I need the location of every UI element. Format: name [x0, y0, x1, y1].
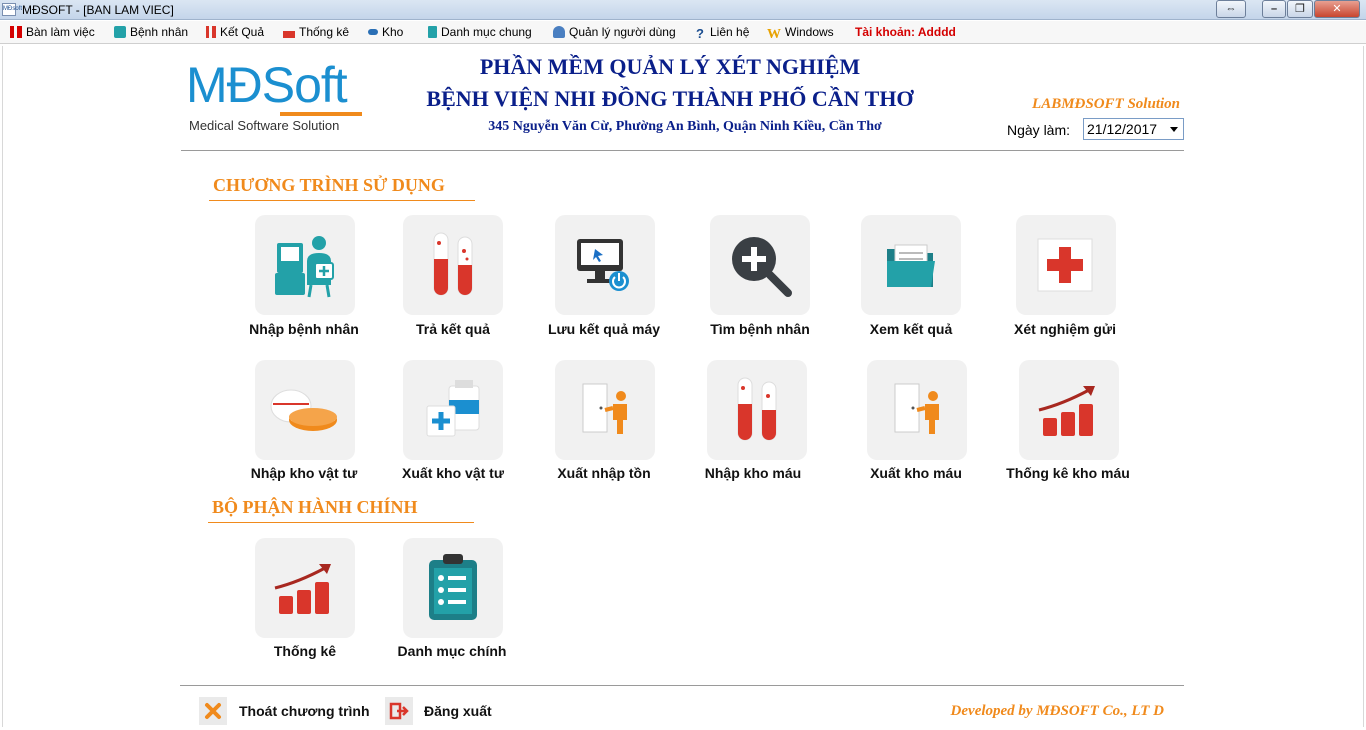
- logo-underline: [280, 112, 362, 116]
- software-title: PHẦN MỀM QUẢN LÝ XÉT NGHIỆM: [479, 54, 861, 79]
- tile-view-results[interactable]: [861, 215, 961, 315]
- minimize-button[interactable]: –: [1262, 0, 1286, 18]
- menu-users[interactable]: Quản lý người dùng: [553, 25, 676, 39]
- solution-label: LABMĐSOFT Solution: [1032, 96, 1180, 112]
- help-icon: ?: [696, 26, 704, 41]
- menu-account[interactable]: Tài khoản: Adddd: [855, 25, 956, 39]
- stats-icon: [283, 26, 295, 38]
- close-button[interactable]: ✕: [1314, 0, 1360, 18]
- tile-label: Lưu kết quả máy: [547, 321, 661, 337]
- close-icon: [205, 703, 221, 719]
- menu-windows[interactable]: W Windows: [767, 25, 834, 42]
- tile-patient-entry[interactable]: [255, 215, 355, 315]
- door-person-icon: [894, 383, 939, 434]
- date-label: Ngày làm:: [1007, 122, 1071, 138]
- tile-return-results[interactable]: [403, 215, 503, 315]
- menu-warehouse[interactable]: Kho: [368, 25, 403, 39]
- tile-label: Xem kết quả: [869, 321, 953, 337]
- clipboard-icon: [429, 554, 477, 620]
- tile-save-machine-results[interactable]: [555, 215, 655, 315]
- tile-label: Nhập kho máu: [704, 465, 802, 481]
- menu-result[interactable]: Kết Quả: [206, 25, 264, 39]
- chevron-down-icon[interactable]: [1170, 127, 1178, 132]
- minimize-icon: –: [1270, 3, 1278, 15]
- logo: MĐSoft Medical Software Solution: [186, 57, 366, 134]
- window-titlebar: MĐsoft MĐSOFT - [BAN LAM VIEC] ⇔ – ❐ ✕: [0, 0, 1366, 20]
- tile-supply-import[interactable]: [255, 360, 355, 460]
- red-cross-icon: [1037, 238, 1093, 292]
- blood-tubes-icon: [737, 377, 777, 441]
- tile-main-catalog[interactable]: [403, 538, 503, 638]
- exit-button[interactable]: [199, 697, 227, 725]
- bar-chart-icon: [274, 564, 331, 614]
- menu-stats[interactable]: Thống kê: [283, 25, 349, 39]
- section-programs-title: CHƯƠNG TRÌNH SỬ DỤNG: [213, 175, 445, 195]
- test-tubes-icon: [433, 232, 473, 296]
- tile-statistics[interactable]: [255, 538, 355, 638]
- window-title: MĐSOFT - [BAN LAM VIEC]: [22, 3, 174, 17]
- menu-contact[interactable]: ? Liên hệ: [696, 25, 749, 40]
- tile-find-patient[interactable]: [710, 215, 810, 315]
- bar-chart-icon: [1038, 386, 1095, 436]
- desk-icon: [10, 26, 22, 38]
- section-admin-underline: [208, 522, 474, 523]
- users-icon: [553, 26, 565, 38]
- swap-icon: ⇔: [1225, 3, 1237, 15]
- tile-inventory[interactable]: [555, 360, 655, 460]
- tile-blood-export[interactable]: [867, 360, 967, 460]
- folder-icon: [887, 244, 935, 287]
- app-icon: MĐsoft: [2, 3, 22, 16]
- developer-credit: Developed by MĐSOFT Co., LT D: [950, 703, 1164, 719]
- main-frame: [2, 46, 1364, 727]
- tile-label: Thống kê kho máu: [1006, 465, 1130, 481]
- work-date-value: 21/12/2017: [1087, 121, 1158, 137]
- logo-subtitle: Medical Software Solution: [189, 118, 340, 133]
- computer-save-icon: [577, 239, 629, 291]
- tile-label: Danh mục chính: [397, 643, 507, 659]
- warehouse-icon: [368, 29, 378, 35]
- footer-divider: [180, 685, 1184, 686]
- pills-icon: [270, 389, 337, 431]
- door-person-icon: [582, 383, 627, 434]
- tile-blood-stats[interactable]: [1019, 360, 1119, 460]
- tile-label: Xét nghiệm gửi: [1014, 321, 1116, 337]
- tile-blood-import[interactable]: [707, 360, 807, 460]
- patient-entry-icon: [275, 236, 334, 298]
- hospital-address: 345 Nguyễn Văn Cừ, Phường An Bình, Quận …: [488, 119, 882, 134]
- patient-icon: [114, 26, 126, 38]
- close-icon: ✕: [1332, 3, 1342, 15]
- restore-swap-button[interactable]: ⇔: [1216, 0, 1246, 18]
- maximize-icon: ❐: [1295, 3, 1305, 15]
- section-admin-title: BỘ PHẬN HÀNH CHÍNH: [212, 497, 418, 517]
- menu-catalog[interactable]: Danh mục chung: [428, 25, 532, 39]
- hospital-name: BỆNH VIỆN NHI ĐỒNG THÀNH PHỐ CẦN THƠ: [426, 86, 914, 111]
- logout-button[interactable]: [385, 697, 413, 725]
- header-divider: [181, 150, 1184, 151]
- logo-text: MĐSoft: [186, 57, 348, 113]
- maximize-button[interactable]: ❐: [1287, 0, 1313, 18]
- result-icon: [206, 26, 216, 38]
- catalog-icon: [428, 26, 437, 38]
- menu-patient[interactable]: Bệnh nhân: [114, 25, 188, 39]
- medicine-box-icon: [426, 380, 480, 437]
- section-programs-underline: [209, 200, 475, 201]
- menu-desk[interactable]: Bàn làm việc: [10, 25, 95, 39]
- windows-icon: W: [767, 27, 781, 42]
- tile-supply-export[interactable]: [403, 360, 503, 460]
- search-plus-icon: [732, 237, 792, 297]
- logout-label[interactable]: Đăng xuất: [424, 703, 492, 719]
- tile-sent-tests[interactable]: [1016, 215, 1116, 315]
- exit-label[interactable]: Thoát chương trình: [239, 703, 370, 719]
- logout-icon: [389, 702, 409, 720]
- menu-bar: Bàn làm việc Bệnh nhân Kết Quả Thống kê …: [0, 21, 1366, 44]
- work-date-picker[interactable]: 21/12/2017: [1083, 118, 1184, 140]
